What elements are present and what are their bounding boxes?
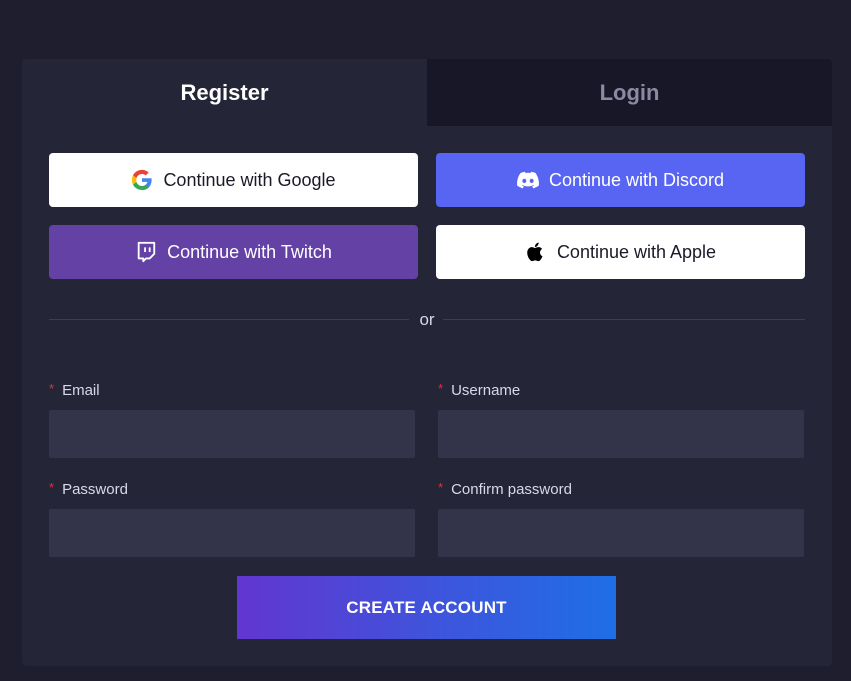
confirm-password-label: * Confirm password — [438, 480, 572, 498]
required-marker: * — [49, 480, 55, 495]
confirm-password-field[interactable] — [438, 509, 804, 557]
username-label: * Username — [438, 381, 521, 399]
auth-tabs: Register Login — [22, 59, 832, 126]
username-label-text: Username — [451, 382, 521, 399]
confirm-password-label-text: Confirm password — [451, 481, 572, 498]
twitch-icon — [135, 241, 157, 263]
google-button-label: Continue with Google — [163, 169, 336, 190]
discord-icon — [517, 169, 539, 191]
continue-with-google-button[interactable]: Continue with Google — [49, 153, 418, 207]
required-marker: * — [438, 381, 444, 396]
divider-line-right — [443, 319, 805, 320]
continue-with-discord-button[interactable]: Continue with Discord — [436, 153, 805, 207]
discord-button-label: Continue with Discord — [548, 169, 725, 190]
password-label-text: Password — [62, 481, 128, 498]
username-field[interactable] — [438, 410, 804, 458]
password-field[interactable] — [49, 509, 415, 557]
continue-with-apple-button[interactable]: Continue with Apple — [436, 225, 805, 279]
register-panel: Register Login Continue with Google Cont… — [22, 59, 832, 666]
or-divider: or — [49, 310, 805, 330]
apple-button-label: Continue with Apple — [556, 241, 717, 262]
or-text: or — [419, 310, 435, 329]
google-icon — [131, 169, 153, 191]
apple-icon — [525, 241, 547, 263]
email-field[interactable] — [49, 410, 415, 458]
required-marker: * — [438, 480, 444, 495]
twitch-button-label: Continue with Twitch — [167, 241, 332, 262]
password-label: * Password — [49, 480, 128, 498]
tab-register[interactable]: Register — [22, 59, 427, 126]
continue-with-twitch-button[interactable]: Continue with Twitch — [49, 225, 418, 279]
tab-login[interactable]: Login — [427, 59, 832, 126]
email-label: * Email — [49, 381, 100, 399]
email-label-text: Email — [62, 382, 100, 399]
required-marker: * — [49, 381, 55, 396]
create-account-button[interactable]: CREATE ACCOUNT — [237, 576, 616, 639]
